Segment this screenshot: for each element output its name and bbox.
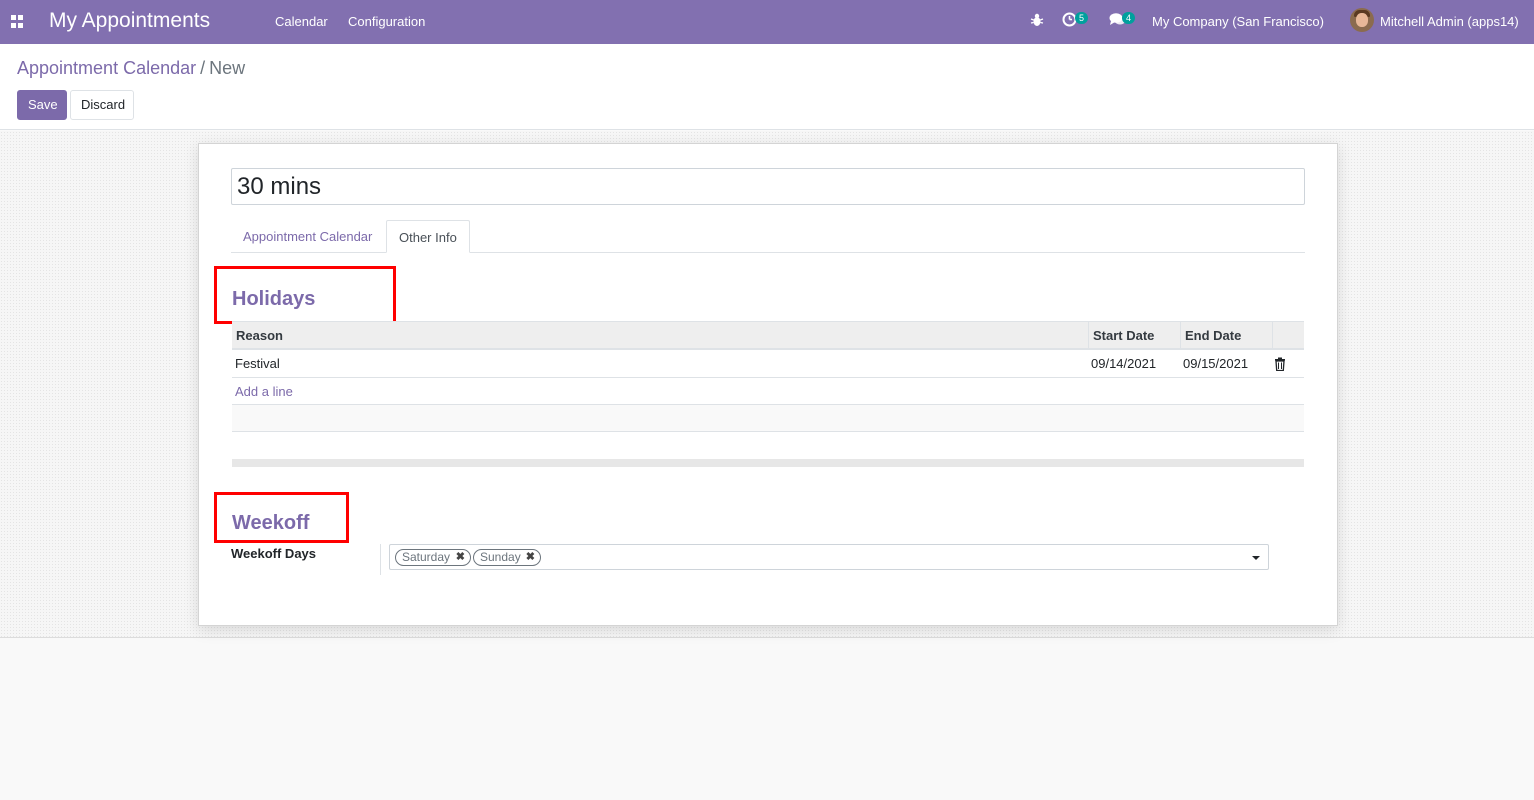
apps-grid-icon[interactable]	[11, 15, 24, 28]
tab-other-info[interactable]: Other Info	[386, 220, 470, 253]
control-panel: Appointment Calendar / New Save Discard	[0, 44, 1534, 130]
tab-appointment-calendar[interactable]: Appointment Calendar	[231, 220, 384, 253]
remove-tag-icon[interactable]: ✖	[456, 550, 465, 565]
column-header-start-date[interactable]: Start Date	[1088, 322, 1180, 349]
activity-count-badge: 5	[1075, 12, 1089, 24]
name-field[interactable]: 30 mins	[231, 168, 1305, 205]
table-footer	[232, 459, 1304, 467]
tag-saturday: Saturday ✖	[395, 549, 471, 566]
breadcrumb-separator: /	[200, 58, 206, 78]
add-line-row: Add a line	[232, 378, 1304, 405]
table-row[interactable]: Festival 09/14/2021 09/15/2021	[232, 350, 1304, 378]
remove-tag-icon[interactable]: ✖	[526, 550, 535, 565]
weekoff-days-label: Weekoff Days	[231, 546, 317, 561]
bug-icon[interactable]	[1030, 12, 1044, 28]
column-header-actions	[1272, 322, 1304, 349]
breadcrumb: Appointment Calendar / New	[17, 58, 245, 79]
field-separator	[380, 544, 381, 575]
column-header-end-date[interactable]: End Date	[1180, 322, 1272, 349]
save-button[interactable]: Save	[17, 90, 67, 120]
message-count-badge: 4	[1122, 12, 1136, 24]
notebook-tabs: Appointment Calendar Other Info	[231, 220, 1305, 253]
tag-sunday: Sunday ✖	[473, 549, 541, 566]
add-line-link[interactable]: Add a line	[235, 384, 293, 399]
company-switcher[interactable]: My Company (San Francisco)	[1152, 14, 1324, 29]
trash-icon[interactable]	[1274, 357, 1286, 371]
app-title[interactable]: My Appointments	[49, 9, 210, 33]
top-navbar: My Appointments Calendar Configuration 5…	[0, 0, 1534, 44]
tag-label: Sunday	[480, 550, 521, 564]
empty-row	[232, 405, 1304, 432]
dropdown-caret-icon[interactable]	[1252, 556, 1260, 560]
breadcrumb-parent[interactable]: Appointment Calendar	[17, 58, 196, 78]
cell-reason[interactable]: Festival	[232, 350, 280, 377]
holidays-table: Reason Start Date End Date Festival 09/1…	[232, 321, 1304, 432]
highlight-box-weekoff	[214, 492, 349, 543]
menu-calendar[interactable]: Calendar	[275, 14, 328, 29]
avatar[interactable]	[1350, 8, 1374, 32]
discard-button[interactable]: Discard	[70, 90, 134, 120]
weekoff-days-input[interactable]: Saturday ✖ Sunday ✖	[389, 544, 1269, 570]
cell-start-date[interactable]: 09/14/2021	[1088, 350, 1156, 377]
tag-label: Saturday	[402, 550, 451, 564]
cell-end-date[interactable]: 09/15/2021	[1180, 350, 1248, 377]
table-header: Reason Start Date End Date	[232, 321, 1304, 350]
user-menu[interactable]: Mitchell Admin (apps14)	[1380, 14, 1519, 29]
column-header-reason[interactable]: Reason	[232, 322, 1088, 349]
highlight-box-holidays	[214, 266, 396, 324]
page-background	[0, 639, 1534, 800]
breadcrumb-current: New	[209, 58, 246, 78]
menu-configuration[interactable]: Configuration	[348, 14, 425, 29]
